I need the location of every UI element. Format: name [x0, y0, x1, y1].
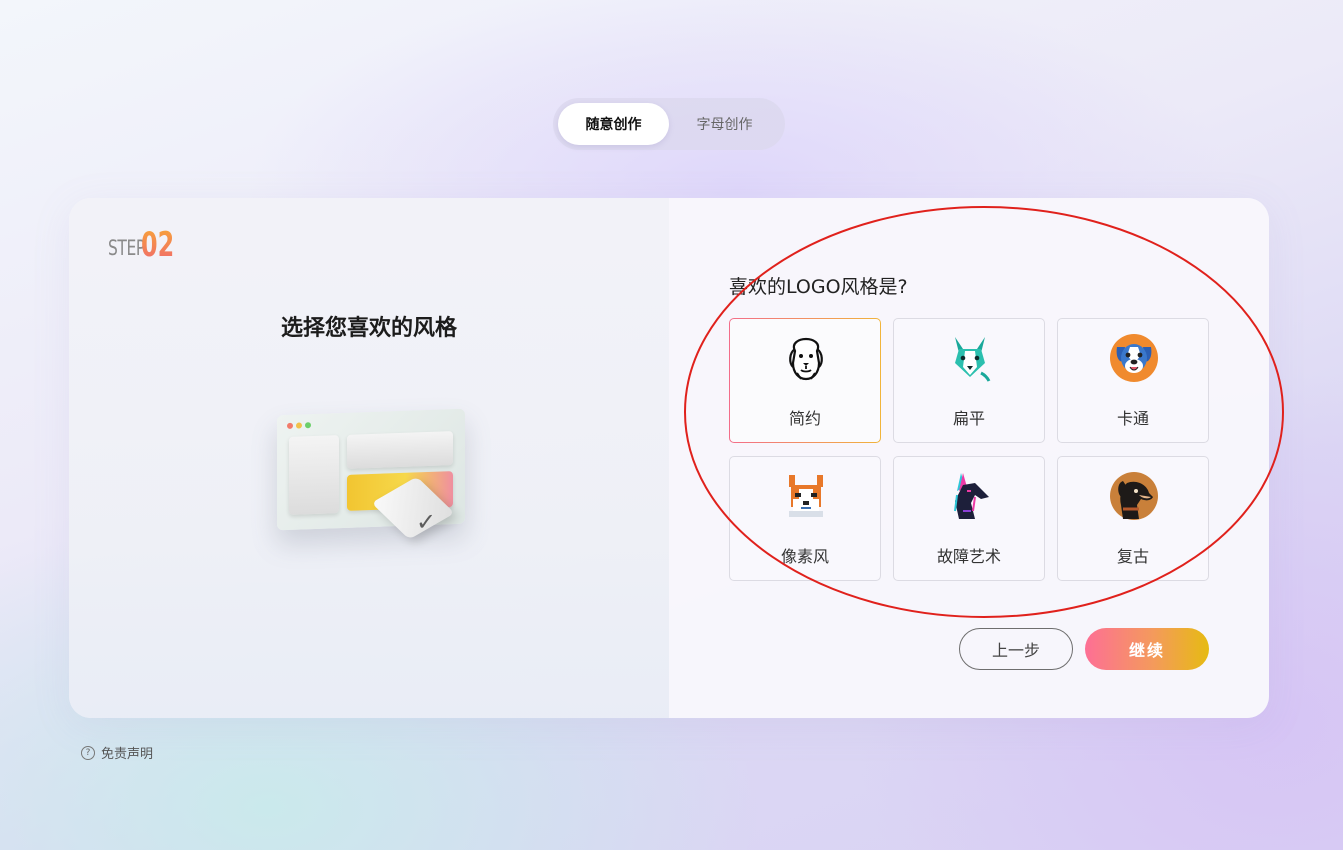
step-indicator: STEP 02	[108, 228, 183, 262]
cartoon-dog-icon	[1110, 334, 1158, 382]
style-label-cartoon: 卡通	[1116, 409, 1149, 428]
tab-free-creation[interactable]: 随意创作	[558, 103, 669, 145]
disclaimer-link[interactable]: ? 免责声明	[81, 743, 153, 762]
style-label-pixel: 像素风	[780, 547, 829, 566]
style-label-glitch: 故障艺术	[936, 547, 1001, 566]
style-label-flat: 扁平	[952, 409, 985, 428]
previous-step-button[interactable]: 上一步	[959, 628, 1073, 670]
question-icon: ?	[81, 745, 95, 760]
style-step-card: STEP 02 选择您喜欢的风格 ✓ 喜欢的LOGO风格是? 简约 扁平 卡通 …	[69, 198, 1269, 718]
tile-header	[347, 431, 453, 469]
glitch-dog-icon	[954, 473, 989, 519]
pixel-dog-icon	[789, 475, 823, 517]
minimal-dog-icon	[789, 337, 823, 381]
window-dot-red	[287, 422, 293, 429]
style-label-minimal: 简约	[788, 409, 821, 428]
retro-dog-icon	[1110, 472, 1158, 520]
style-option-cartoon[interactable]: 卡通	[1057, 318, 1209, 443]
step-number: 02	[140, 225, 175, 265]
window-dot-yellow	[296, 422, 302, 429]
continue-button[interactable]: 继续	[1085, 628, 1209, 670]
check-icon: ✓	[416, 508, 437, 536]
style-option-minimal[interactable]: 简约	[729, 318, 881, 443]
style-option-pixel[interactable]: 像素风	[729, 456, 881, 581]
style-illustration: ✓	[269, 404, 479, 554]
tile-sidebar	[289, 435, 339, 515]
disclaimer-label: 免责声明	[101, 747, 154, 762]
style-option-retro[interactable]: 复古	[1057, 456, 1209, 581]
step-word: STEP	[108, 236, 145, 260]
flat-dog-icon	[955, 337, 991, 382]
mode-tabs: 随意创作 字母创作	[553, 98, 785, 150]
step-title: 选择您喜欢的风格	[280, 316, 457, 341]
style-option-flat[interactable]: 扁平	[893, 318, 1045, 443]
style-label-retro: 复古	[1116, 547, 1149, 566]
tab-letter-creation[interactable]: 字母创作	[669, 103, 780, 145]
left-panel: STEP 02 选择您喜欢的风格 ✓	[69, 198, 669, 718]
style-option-glitch[interactable]: 故障艺术	[893, 456, 1045, 581]
style-question: 喜欢的LOGO风格是?	[729, 276, 908, 298]
window-dot-green	[305, 422, 311, 429]
